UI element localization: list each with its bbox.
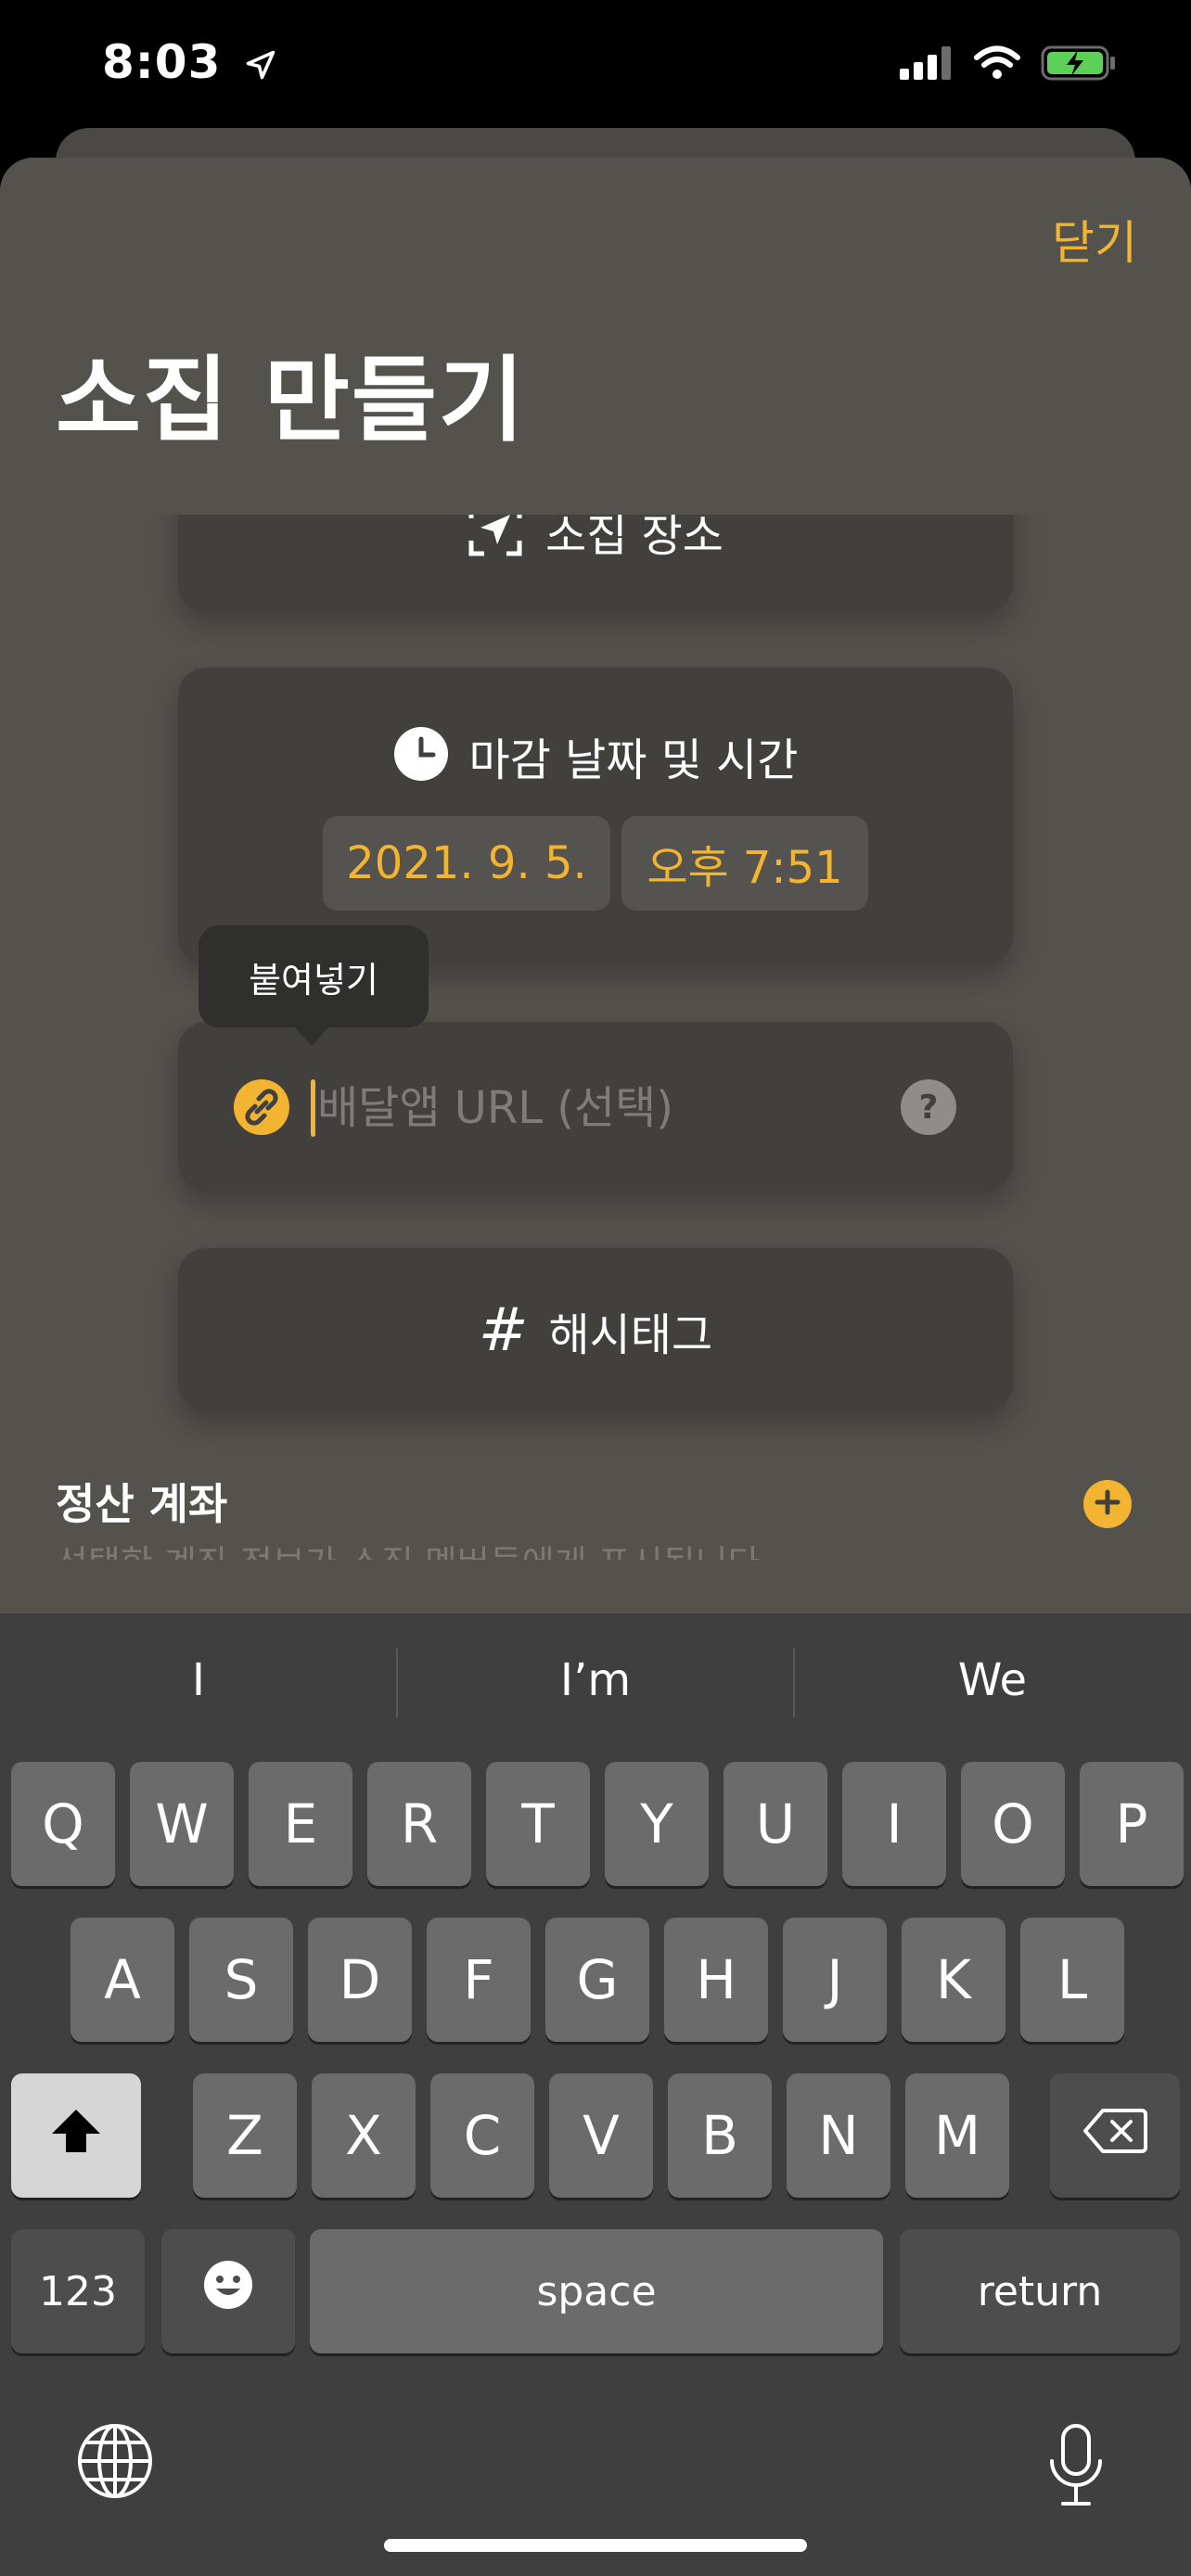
emoji-key[interactable] xyxy=(161,2229,295,2353)
key-v[interactable]: V xyxy=(549,2073,653,2198)
key-s[interactable]: S xyxy=(189,1918,293,2042)
key-p[interactable]: P xyxy=(1080,1762,1184,1886)
account-section-subtitle: 선택한 계좌 정보가 소집 멤버들에게 표시됩니다 xyxy=(56,1539,1076,1560)
key-x[interactable]: X xyxy=(312,2073,416,2198)
help-button[interactable]: ? xyxy=(901,1079,956,1135)
hashtag-icon: # xyxy=(478,1296,529,1365)
shift-icon xyxy=(50,2104,102,2167)
battery-charging-icon xyxy=(1041,45,1117,85)
close-button[interactable]: 닫기 xyxy=(1052,206,1137,273)
link-icon xyxy=(234,1079,289,1139)
key-q[interactable]: Q xyxy=(11,1762,115,1886)
wifi-icon xyxy=(974,45,1020,84)
key-j[interactable]: J xyxy=(783,1918,887,2042)
key-c[interactable]: C xyxy=(430,2073,534,2198)
key-z[interactable]: Z xyxy=(193,2073,297,2198)
key-u[interactable]: U xyxy=(724,1762,827,1886)
text-cursor xyxy=(311,1079,315,1137)
key-m[interactable]: M xyxy=(905,2073,1009,2198)
help-label: ? xyxy=(918,1088,939,1127)
key-n[interactable]: N xyxy=(787,2073,890,2198)
key-g[interactable]: G xyxy=(545,1918,649,2042)
key-e[interactable]: E xyxy=(249,1762,352,1886)
deadline-card: 마감 날짜 및 시간 2021. 9. 5. 오후 7:51 xyxy=(178,668,1013,964)
key-k[interactable]: K xyxy=(902,1918,1005,2042)
emoji-icon xyxy=(202,2259,254,2324)
status-icons xyxy=(900,45,1117,85)
home-indicator xyxy=(384,2539,807,2552)
url-card: 배달앱 URL (선택) ? xyxy=(178,1022,1013,1191)
paste-tooltip[interactable]: 붙여넣기 xyxy=(198,925,429,1027)
return-key[interactable]: return xyxy=(900,2229,1180,2353)
key-t[interactable]: T xyxy=(486,1762,590,1886)
page-title: 소집 만들기 xyxy=(56,346,526,454)
delete-key[interactable] xyxy=(1050,2073,1180,2198)
key-i[interactable]: I xyxy=(842,1762,946,1886)
shift-key[interactable] xyxy=(11,2073,141,2198)
hashtag-card[interactable]: # 해시태그 xyxy=(178,1248,1013,1411)
account-subtitle-text: 선택한 계좌 정보가 소집 멤버들에게 표시됩니다 xyxy=(56,1539,1076,1560)
status-time: 8:03 xyxy=(102,35,277,93)
add-account-button[interactable] xyxy=(1083,1480,1132,1528)
url-input[interactable]: 배달앱 URL (선택) xyxy=(317,1079,673,1137)
numbers-key[interactable]: 123 xyxy=(11,2229,145,2353)
account-section-title: 정산 계좌 xyxy=(56,1479,228,1529)
suggestion-1[interactable]: I xyxy=(0,1654,397,1706)
key-o[interactable]: O xyxy=(961,1762,1065,1886)
tooltip-tail xyxy=(293,1026,330,1046)
suggestion-3[interactable]: We xyxy=(794,1654,1191,1706)
microphone-icon[interactable] xyxy=(1046,2422,1106,2511)
keyboard: I I’m We Q W E R T Y U I O P A S D F G H… xyxy=(0,1613,1191,2576)
hashtag-label: 해시태그 xyxy=(548,1309,713,1361)
time-picker[interactable]: 오후 7:51 xyxy=(621,816,868,911)
key-r[interactable]: R xyxy=(367,1762,471,1886)
space-key[interactable]: space xyxy=(310,2229,883,2353)
date-picker[interactable]: 2021. 9. 5. xyxy=(323,816,610,911)
suggestion-2[interactable]: I’m xyxy=(397,1654,794,1706)
plus-icon xyxy=(1095,1489,1121,1519)
key-y[interactable]: Y xyxy=(605,1762,709,1886)
signal-icon xyxy=(900,46,954,83)
key-h[interactable]: H xyxy=(664,1918,768,2042)
location-arrow-icon xyxy=(244,39,277,93)
key-b[interactable]: B xyxy=(668,2073,772,2198)
globe-icon[interactable] xyxy=(76,2422,154,2504)
clock-icon xyxy=(393,726,449,785)
key-a[interactable]: A xyxy=(70,1918,174,2042)
key-w[interactable]: W xyxy=(130,1762,234,1886)
backspace-icon xyxy=(1082,2104,1147,2167)
deadline-label: 마감 날짜 및 시간 xyxy=(468,734,799,786)
key-d[interactable]: D xyxy=(308,1918,412,2042)
key-l[interactable]: L xyxy=(1020,1918,1124,2042)
key-f[interactable]: F xyxy=(427,1918,531,2042)
